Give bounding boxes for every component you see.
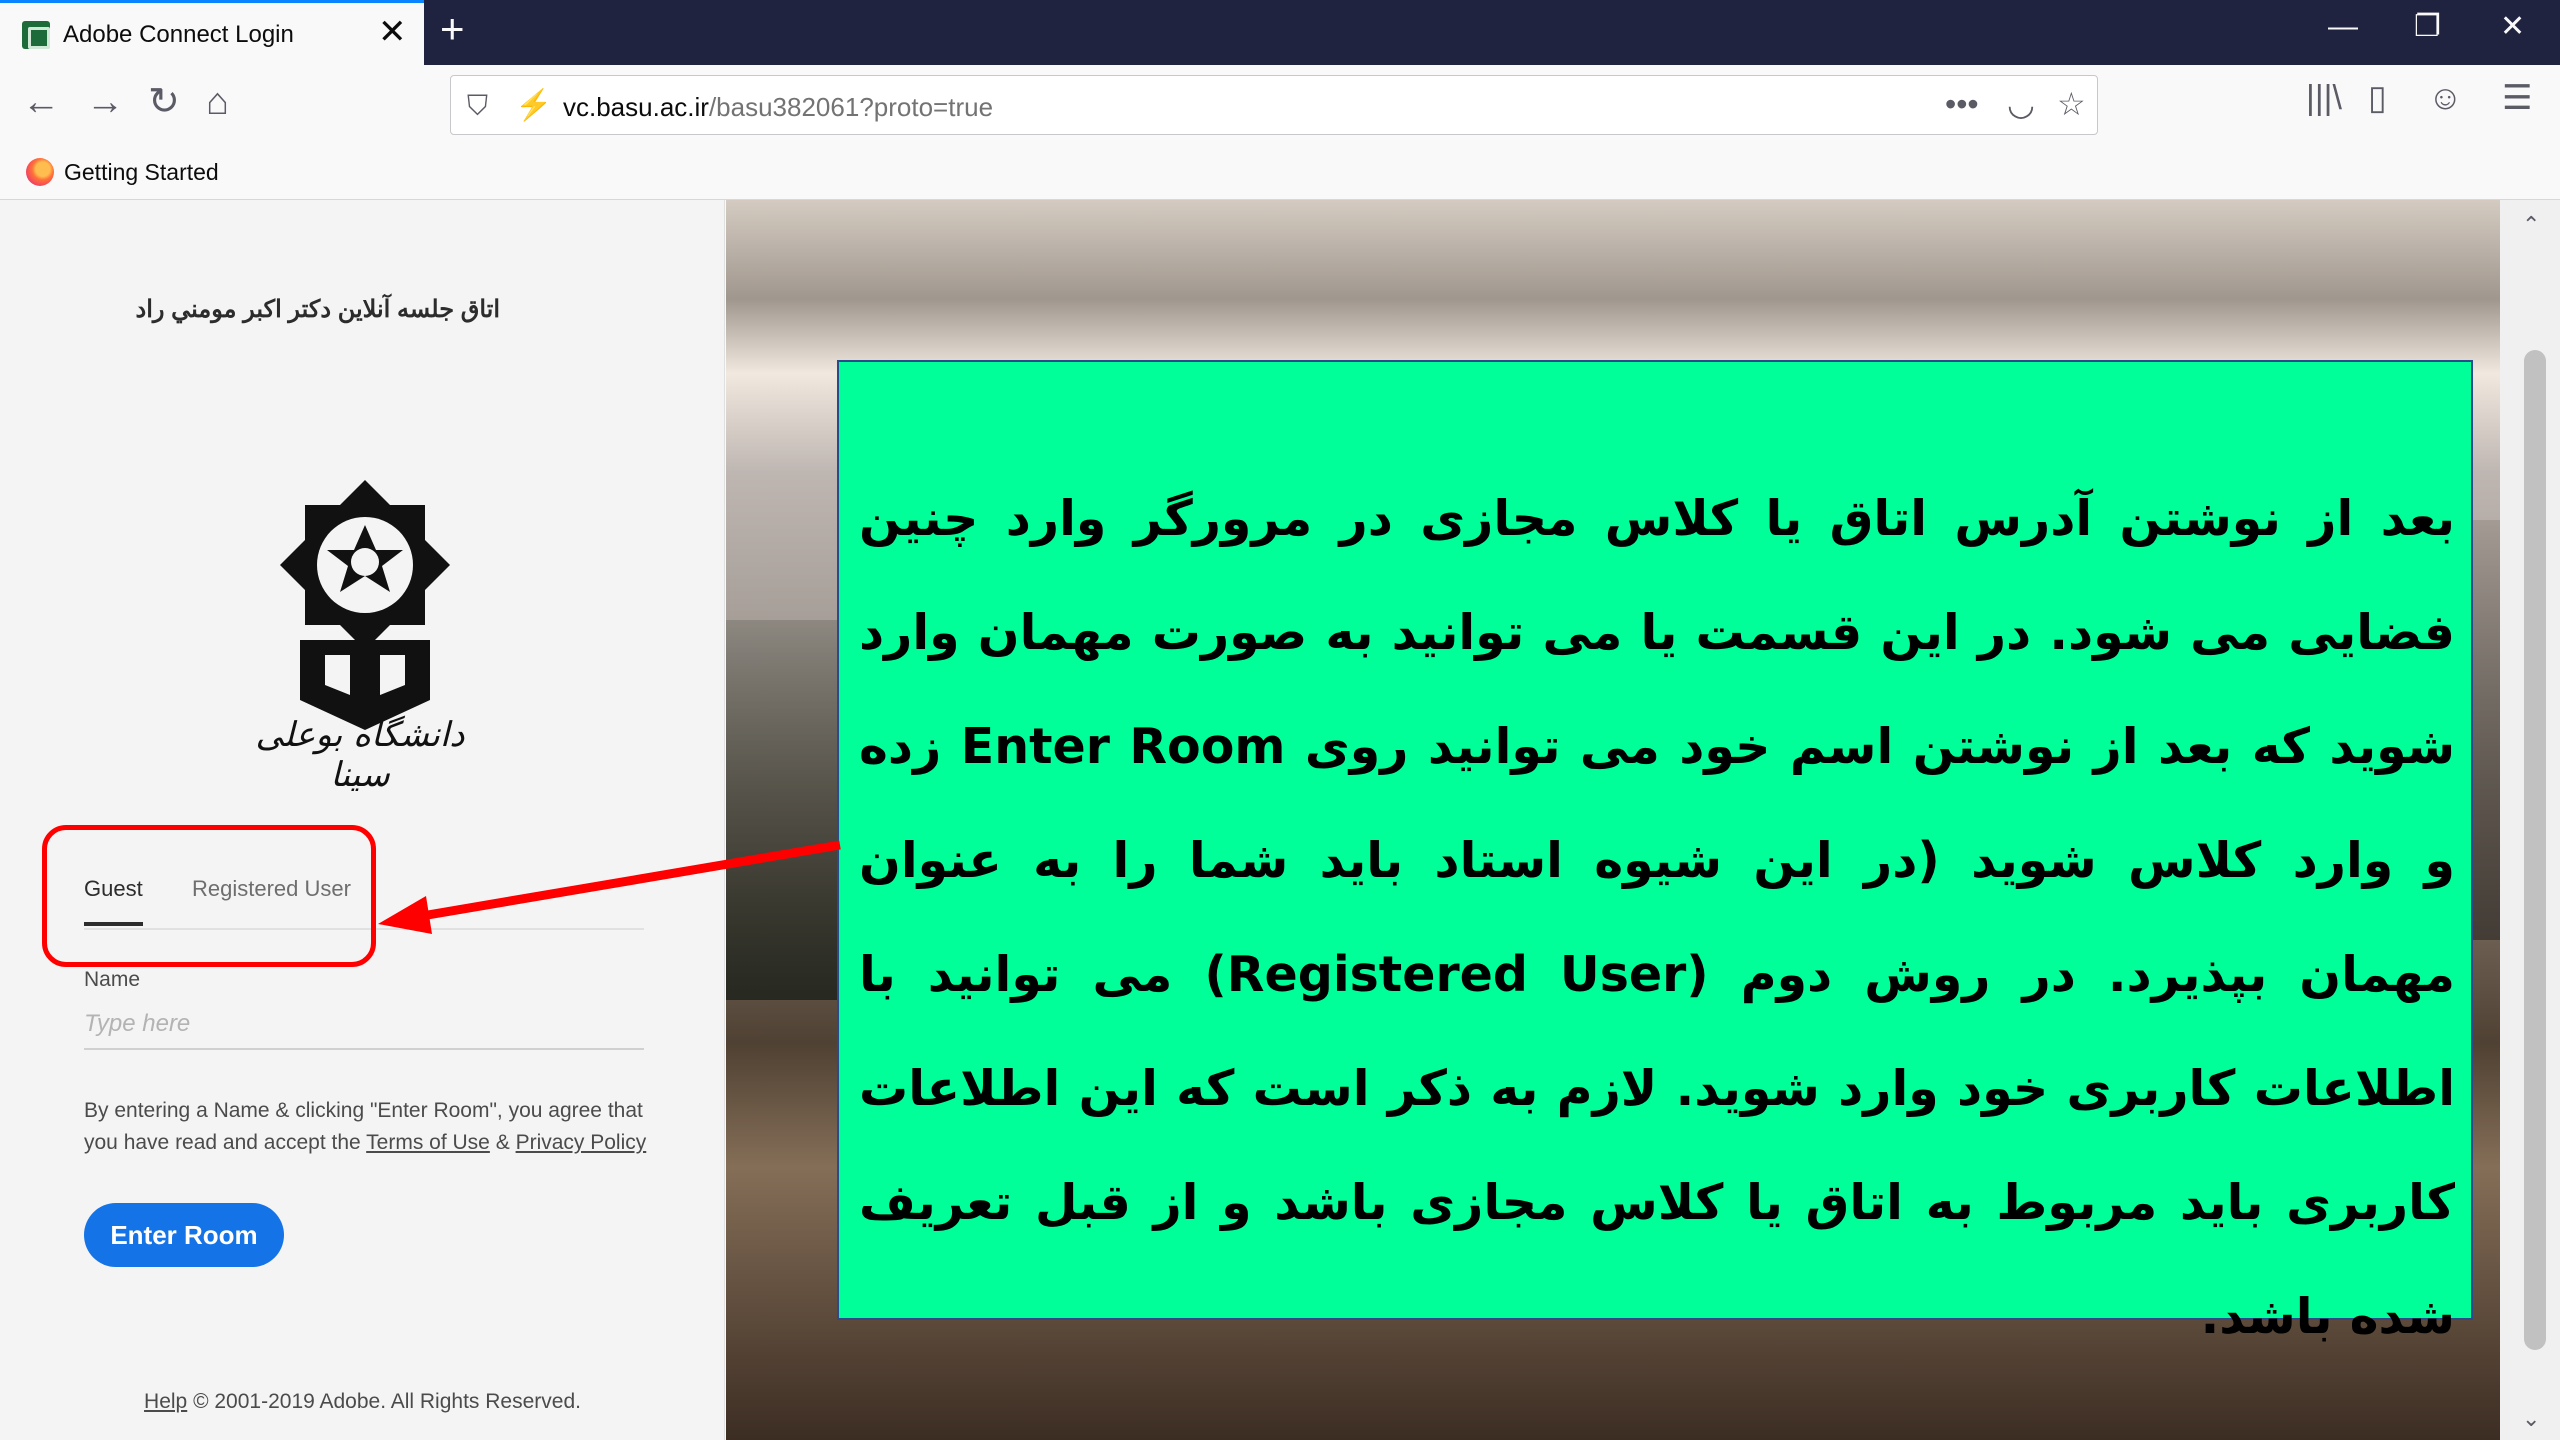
url-text[interactable]: vc.basu.ac.ir/basu382061?proto=true bbox=[563, 92, 993, 123]
account-icon[interactable]: ☺ bbox=[2428, 81, 2463, 115]
bookmarks-toolbar: Getting Started bbox=[0, 145, 2560, 200]
enter-room-button[interactable]: Enter Room bbox=[84, 1203, 284, 1267]
minimize-window-button[interactable]: — bbox=[2328, 12, 2358, 42]
firefox-icon bbox=[26, 158, 54, 186]
bookmark-star-icon[interactable]: ☆ bbox=[2057, 88, 2086, 120]
instruction-text: بعد از نوشتن آدرس اتاق یا کلاس مجازی در … bbox=[859, 490, 2456, 1345]
logo-caption: دانشگاه بوعلی سینا bbox=[255, 715, 465, 795]
tab-bar: Adobe Connect Login ✕ + — ❐ ✕ bbox=[0, 0, 2560, 65]
instruction-overlay: بعد از نوشتن آدرس اتاق یا کلاس مجازی در … bbox=[837, 360, 2473, 1345]
red-arrow-icon bbox=[378, 840, 841, 934]
sidebar-icon[interactable]: ▯ bbox=[2368, 81, 2387, 115]
copyright-text: © 2001-2019 Adobe. All Rights Reserved. bbox=[187, 1390, 581, 1413]
scroll-up-icon[interactable]: ⌃ bbox=[2522, 212, 2540, 238]
url-host: vc.basu.ac.ir bbox=[563, 92, 709, 122]
login-panel: اتاق جلسه آنلاین دکتر اکبر مومني راد دان… bbox=[0, 200, 725, 1440]
menu-icon[interactable]: ☰ bbox=[2502, 81, 2532, 115]
library-icon[interactable]: |||\ bbox=[2306, 81, 2342, 115]
adobe-connect-favicon-icon bbox=[22, 21, 50, 49]
footer: Help © 2001-2019 Adobe. All Rights Reser… bbox=[0, 1390, 725, 1414]
new-tab-button[interactable]: + bbox=[440, 8, 465, 50]
tab-title: Adobe Connect Login bbox=[63, 21, 294, 48]
consent-ampersand: & bbox=[489, 1131, 516, 1154]
privacy-policy-link[interactable]: Privacy Policy bbox=[516, 1131, 647, 1154]
back-button[interactable]: ← bbox=[22, 83, 60, 121]
navigation-bar: ← → ↻ ⌂ ⛉ ⚡ vc.basu.ac.ir/basu382061?pro… bbox=[0, 65, 2560, 145]
page-actions-icon[interactable]: ••• bbox=[1945, 88, 1979, 120]
close-window-button[interactable]: ✕ bbox=[2500, 12, 2525, 42]
scroll-down-icon[interactable]: ⌄ bbox=[2522, 1406, 2540, 1432]
tracking-shield-icon[interactable]: ⛉ bbox=[467, 90, 488, 123]
bookmark-label: Getting Started bbox=[64, 159, 219, 185]
close-tab-icon[interactable]: ✕ bbox=[378, 15, 407, 49]
scrollbar-thumb[interactable] bbox=[2524, 350, 2546, 1350]
pocket-icon[interactable]: ◡ bbox=[2007, 88, 2035, 120]
tabs-highlight-box bbox=[42, 825, 376, 967]
page-content: اتاق جلسه آنلاین دکتر اکبر مومني راد دان… bbox=[0, 200, 2560, 1440]
url-bar[interactable]: ⛉ ⚡ vc.basu.ac.ir/basu382061?proto=true … bbox=[450, 75, 2098, 135]
consent-text: By entering a Name & clicking "Enter Roo… bbox=[84, 1095, 664, 1159]
terms-of-use-link[interactable]: Terms of Use bbox=[366, 1131, 490, 1154]
name-input[interactable] bbox=[84, 1000, 644, 1050]
insecure-connection-icon[interactable]: ⚡ bbox=[515, 88, 552, 123]
url-path: /basu382061?proto=true bbox=[708, 92, 994, 122]
name-label: Name bbox=[84, 968, 141, 991]
help-link[interactable]: Help bbox=[144, 1390, 187, 1413]
reload-button[interactable]: ↻ bbox=[148, 83, 180, 121]
home-button[interactable]: ⌂ bbox=[206, 83, 229, 121]
forward-button[interactable]: → bbox=[86, 83, 124, 121]
room-title: اتاق جلسه آنلاین دکتر اکبر مومني راد bbox=[135, 296, 500, 323]
tab-adobe-connect[interactable]: Adobe Connect Login ✕ bbox=[0, 0, 424, 65]
restore-window-button[interactable]: ❐ bbox=[2414, 12, 2441, 42]
